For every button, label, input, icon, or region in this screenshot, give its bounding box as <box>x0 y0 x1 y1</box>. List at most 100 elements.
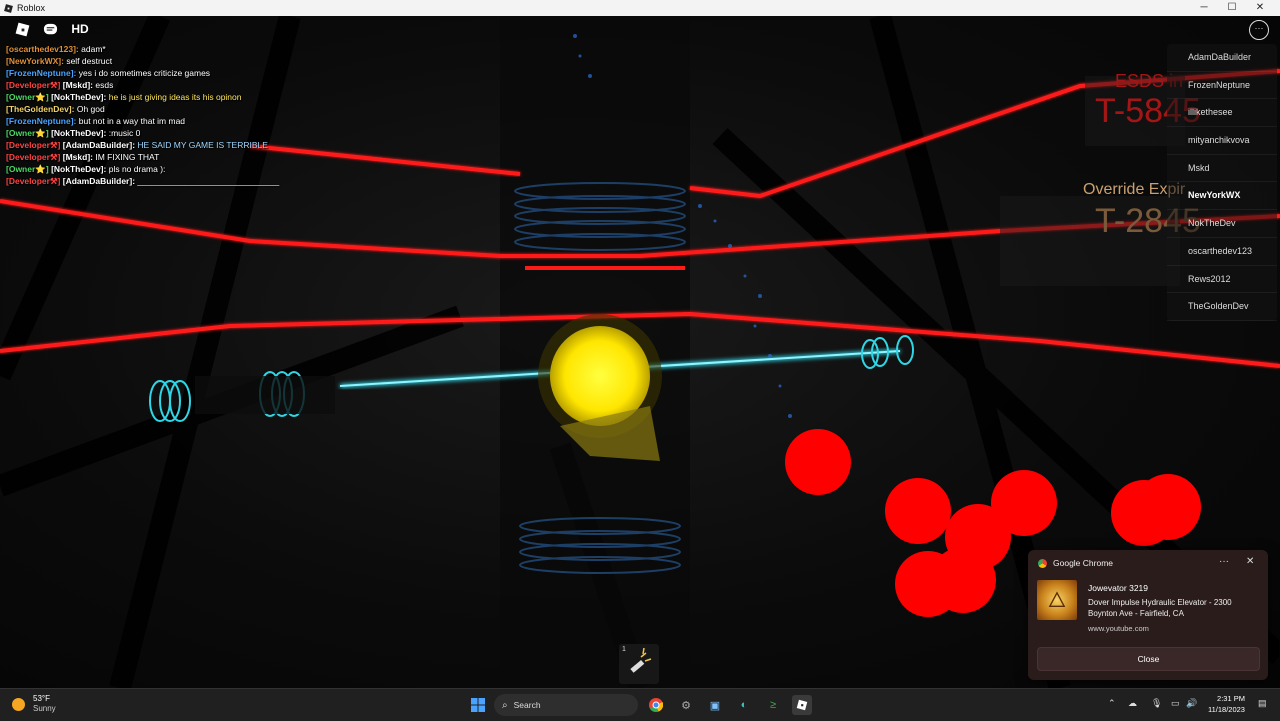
sun-icon <box>12 697 25 711</box>
minimize-button[interactable]: ─ <box>1190 0 1218 16</box>
chat-username[interactable]: [AdamDaBuilder]: <box>63 140 135 150</box>
notification-body: Dover Impulse Hydraulic Elevator - 2300 … <box>1088 598 1232 618</box>
weather-temp: 53°F <box>33 694 50 703</box>
chat-message: [Owner⭐] [NokTheDev]: he is just giving … <box>6 91 279 103</box>
chat-text: :music 0 <box>108 128 141 138</box>
windows-taskbar: 53°F Sunny ⌕ Search ⚙ ▣ ◐ ≥ ⌃ ☁ 🎙 ▭ 🔊 2:… <box>0 688 1280 721</box>
windows-start-icon <box>471 698 485 712</box>
chat-message: [Developer⚒] [Mskd]: IM FIXING THAT <box>6 151 279 163</box>
chat-log: [oscarthedev123]: adam* [NewYorkWX]: self… <box>6 43 279 187</box>
network-icon[interactable]: ▭ <box>1171 698 1180 709</box>
chat-username[interactable]: [Mskd]: <box>63 152 93 162</box>
chat-username[interactable]: [FrozenNeptune]: <box>6 116 76 126</box>
maximize-button[interactable]: ☐ <box>1218 0 1246 16</box>
chat-message: [Developer⚒] [Mskd]: esds <box>6 79 279 91</box>
player-name: oscarthedev123 <box>1188 245 1253 256</box>
notification-bell-icon[interactable]: ▤ <box>1258 698 1267 709</box>
chat-message: [TheGoldenDev]: Oh god <box>6 103 279 115</box>
window-titlebar: Roblox ─ ☐ ✕ <box>0 0 1280 16</box>
edge-taskbar-button[interactable]: ◐ <box>734 695 754 715</box>
chat-text: esds <box>95 80 114 90</box>
roblox-logo-icon <box>796 699 808 711</box>
notification-close-button[interactable]: Close <box>1037 647 1260 671</box>
chat-message: [oscarthedev123]: adam* <box>6 43 279 55</box>
microphone-icon[interactable]: 🎙 <box>1151 698 1162 709</box>
chat-text: he is just giving ideas its his opinon <box>108 92 242 102</box>
roblox-menu-button[interactable] <box>12 19 32 39</box>
hotbar-slot-number: 1 <box>622 646 626 653</box>
chat-text: Oh god <box>76 104 105 114</box>
player-row[interactable]: AdamDaBuilder <box>1167 44 1277 72</box>
roblox-taskbar-button[interactable] <box>792 695 812 715</box>
player-row[interactable]: oscarthedev123 <box>1167 238 1277 266</box>
chrome-taskbar-button[interactable] <box>646 695 666 715</box>
notification-dismiss-button[interactable]: ✕ <box>1246 556 1254 567</box>
player-row[interactable]: TheGoldenDev <box>1167 293 1277 321</box>
more-options-button[interactable]: ··· <box>1249 20 1269 40</box>
notification-thumbnail <box>1037 580 1077 620</box>
chat-message: [Owner⭐] [NokTheDev]: pls no drama ): <box>6 163 279 175</box>
chat-role-tag: [Owner⭐] <box>6 128 49 138</box>
chat-message: [NewYorkWX]: self destruct <box>6 55 279 67</box>
clock-date: 11/18/2023 <box>1208 705 1245 714</box>
volume-icon[interactable]: 🔊 <box>1186 698 1197 709</box>
player-row[interactable]: FrozenNeptune <box>1167 72 1277 100</box>
chat-message: [Developer⚒] [AdamDaBuilder]: __________… <box>6 175 279 187</box>
terminal-taskbar-button[interactable]: ≥ <box>763 695 783 715</box>
search-icon: ⌕ <box>502 699 508 711</box>
chat-username[interactable]: [NokTheDev]: <box>51 128 106 138</box>
notification-more-button[interactable]: ··· <box>1219 556 1229 567</box>
hd-button[interactable]: HD <box>68 19 92 39</box>
elevator-warning-icon <box>1048 591 1066 607</box>
chat-text: yes i do sometimes criticize games <box>78 68 211 78</box>
player-row[interactable]: Mskd <box>1167 155 1277 183</box>
chat-message: [Owner⭐] [NokTheDev]: :music 0 <box>6 127 279 139</box>
chat-text: adam* <box>81 44 106 54</box>
gear-icon: ⚙ <box>681 699 691 712</box>
close-window-button[interactable]: ✕ <box>1246 0 1274 16</box>
player-name: Mskd <box>1188 162 1210 173</box>
chat-username[interactable]: [NokTheDev]: <box>51 164 106 174</box>
chat-username[interactable]: [TheGoldenDev]: <box>6 104 74 114</box>
player-name: Rews2012 <box>1188 273 1231 284</box>
chat-username[interactable]: [NokTheDev]: <box>51 92 106 102</box>
chat-text: HE SAID MY GAME IS TERRIBLE <box>137 140 268 150</box>
weather-widget[interactable]: 53°F Sunny <box>12 694 56 714</box>
chat-username[interactable]: [AdamDaBuilder]: <box>63 176 135 186</box>
search-label: Search <box>513 700 541 710</box>
system-clock[interactable]: 2:31 PM 11/18/2023 <box>1208 693 1245 715</box>
chat-username[interactable]: [NewYorkWX]: <box>6 56 64 66</box>
roblox-logo-icon <box>15 22 29 36</box>
chat-username[interactable]: [FrozenNeptune]: <box>6 68 76 78</box>
player-row[interactable]: Rews2012 <box>1167 266 1277 294</box>
chat-message: [Developer⚒] [AdamDaBuilder]: HE SAID MY… <box>6 139 279 151</box>
terminal-icon: ≥ <box>769 699 777 711</box>
chat-icon <box>43 23 57 34</box>
chat-username[interactable]: [Mskd]: <box>63 80 93 90</box>
chevron-up-icon[interactable]: ⌃ <box>1108 698 1116 709</box>
store-taskbar-button[interactable]: ▣ <box>705 695 725 715</box>
player-row[interactable]: illikethesee <box>1167 99 1277 128</box>
taskbar-search[interactable]: ⌕ Search <box>494 694 638 716</box>
chat-role-tag: [Developer⚒] <box>6 140 61 150</box>
settings-taskbar-button[interactable]: ⚙ <box>676 695 696 715</box>
player-row[interactable]: NewYorkWX <box>1167 182 1277 211</box>
cloud-icon[interactable]: ☁ <box>1128 698 1137 709</box>
chat-role-tag: [Owner⭐] <box>6 164 49 174</box>
start-button[interactable] <box>468 695 488 715</box>
player-row[interactable]: NokTheDev <box>1167 210 1277 238</box>
window-title: Roblox <box>17 3 46 13</box>
player-row[interactable]: mityanchikvova <box>1167 127 1277 155</box>
chrome-notification[interactable]: Google Chrome ··· ✕ Jowevator 3219 Dover… <box>1028 550 1268 680</box>
player-name: mityanchikvova <box>1188 135 1250 146</box>
hotbar-slot[interactable]: 1 <box>619 644 659 684</box>
roblox-logo-icon <box>4 3 13 13</box>
chat-username[interactable]: [oscarthedev123]: <box>6 44 79 54</box>
chat-toggle-button[interactable] <box>40 19 60 39</box>
player-name: FrozenNeptune <box>1188 79 1251 90</box>
chat-text: self destruct <box>66 56 113 66</box>
weather-desc: Sunny <box>33 704 56 713</box>
store-icon: ▣ <box>709 699 721 712</box>
chat-text: IM FIXING THAT <box>95 152 160 162</box>
player-name: NewYorkWX <box>1188 190 1241 201</box>
